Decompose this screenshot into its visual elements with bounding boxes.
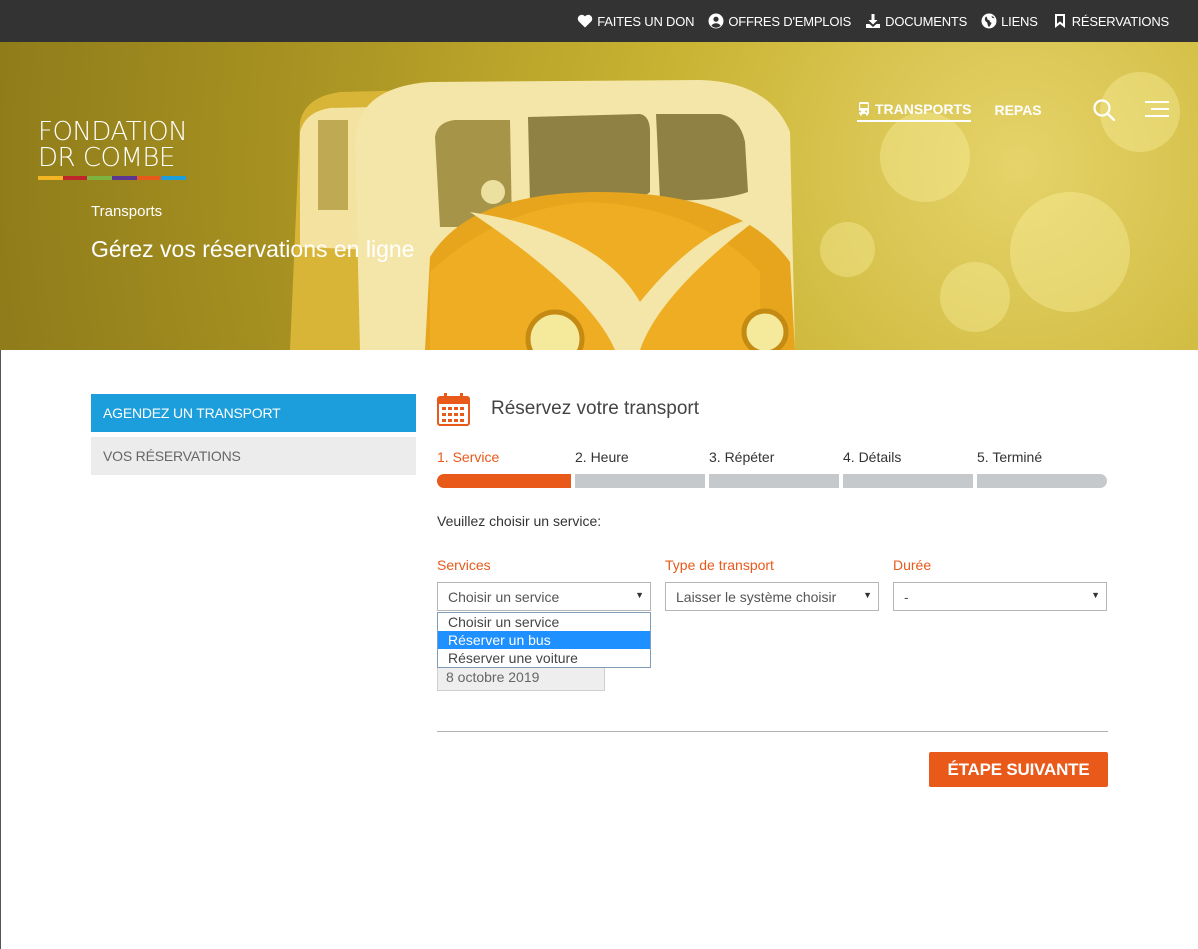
page-title: Gérez vos réservations en ligne xyxy=(91,236,415,262)
sidebar-item-label: VOS RÉSERVATIONS xyxy=(103,448,241,464)
jobs-link[interactable]: OFFRES D'EMPLOIS xyxy=(708,13,851,29)
chevron-down-icon: ▼ xyxy=(635,590,644,600)
logo-line-2: DR COMBE xyxy=(38,143,175,173)
date-value: 8 octobre 2019 xyxy=(446,669,540,685)
chevron-down-icon: ▼ xyxy=(1091,590,1100,600)
nav-repas[interactable]: REPAS xyxy=(994,102,1041,121)
documents-link[interactable]: DOCUMENTS xyxy=(865,13,967,29)
services-dropdown-list: Choisir un service Réserver un bus Réser… xyxy=(437,612,651,668)
bus-icon xyxy=(859,102,869,116)
nav-transports-label: TRANSPORTS xyxy=(875,101,972,117)
date-field[interactable]: 8 octobre 2019 xyxy=(437,664,605,691)
donate-label: FAITES UN DON xyxy=(597,13,695,29)
services-option[interactable]: Réserver une voiture xyxy=(438,649,650,667)
panel-title: Réservez votre transport xyxy=(491,398,700,419)
transport-type-select-value: Laisser le système choisir xyxy=(676,588,837,605)
bookmark-icon xyxy=(1054,14,1065,28)
donate-link[interactable]: FAITES UN DON xyxy=(577,13,695,29)
service-instruction: Veuillez choisir un service: xyxy=(437,513,602,529)
nav-repas-label: REPAS xyxy=(994,102,1042,118)
download-icon xyxy=(866,14,881,28)
hamburger-menu-icon[interactable] xyxy=(1145,101,1169,119)
site-logo[interactable]: FONDATION DR COMBE xyxy=(38,119,188,180)
step-3-progress xyxy=(709,474,839,488)
documents-label: DOCUMENTS xyxy=(885,13,968,29)
transport-type-select[interactable]: Laisser le système choisir ▼ xyxy=(665,582,879,611)
services-select-value: Choisir un service xyxy=(448,588,560,605)
duration-label: Durée xyxy=(893,557,932,573)
services-select[interactable]: Choisir un service ▼ xyxy=(437,582,651,611)
chevron-down-icon: ▼ xyxy=(863,590,872,600)
main-nav: TRANSPORTS REPAS xyxy=(857,101,1042,122)
duration-select-value: - xyxy=(904,588,909,605)
hero-banner: FONDATION DR COMBE xyxy=(0,42,1198,350)
step-4-label: 4. Détails xyxy=(843,449,902,465)
step-4-progress xyxy=(843,474,973,488)
step-5-label: 5. Terminé xyxy=(977,449,1043,465)
services-option-highlighted[interactable]: Réserver un bus xyxy=(438,631,650,649)
user-circle-icon xyxy=(708,13,724,29)
reservations-label: RÉSERVATIONS xyxy=(1071,13,1169,29)
top-utility-bar: FAITES UN DON OFFRES D'EMPLOIS DOCUMENTS… xyxy=(0,0,1198,42)
sidebar-item-my-reservations[interactable]: VOS RÉSERVATIONS xyxy=(91,437,416,475)
step-1-progress xyxy=(437,474,571,488)
logo-color-bar xyxy=(38,176,187,180)
hero-bus-image xyxy=(290,80,795,350)
logo-line-1: FONDATION xyxy=(38,117,188,147)
globe-icon xyxy=(981,13,997,29)
sidebar-item-label: AGENDEZ UN TRANSPORT xyxy=(103,405,281,421)
links-link[interactable]: LIENS xyxy=(981,13,1038,29)
services-label: Services xyxy=(437,557,491,573)
transport-type-label: Type de transport xyxy=(665,557,774,573)
calendar-icon xyxy=(437,393,470,426)
nav-transports[interactable]: TRANSPORTS xyxy=(857,101,972,122)
step-5-progress xyxy=(977,474,1107,488)
reservations-link[interactable]: RÉSERVATIONS xyxy=(1052,13,1169,29)
divider xyxy=(437,731,1108,732)
step-2-progress xyxy=(575,474,705,488)
search-icon[interactable] xyxy=(1093,99,1115,121)
page-edge xyxy=(0,350,1,949)
step-2-label: 2. Heure xyxy=(575,449,629,465)
step-3-label: 3. Répéter xyxy=(709,449,775,465)
heart-icon xyxy=(578,14,593,28)
services-option[interactable]: Choisir un service xyxy=(438,613,650,631)
links-label: LIENS xyxy=(1001,13,1038,29)
breadcrumb[interactable]: Transports xyxy=(91,203,162,220)
sidebar-item-schedule-transport[interactable]: AGENDEZ UN TRANSPORT xyxy=(91,394,416,432)
duration-select[interactable]: - ▼ xyxy=(893,582,1107,611)
step-1-label: 1. Service xyxy=(437,449,500,465)
jobs-label: OFFRES D'EMPLOIS xyxy=(728,13,852,29)
next-step-button[interactable]: ÉTAPE SUIVANTE xyxy=(929,752,1108,787)
